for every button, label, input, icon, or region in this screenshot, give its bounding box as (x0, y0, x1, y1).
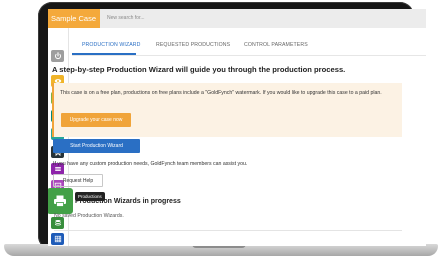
database-icon (54, 219, 61, 226)
sidebar-item-power[interactable] (51, 50, 64, 62)
start-production-wizard-button[interactable]: Start Production Wizard (53, 139, 140, 153)
free-plan-notice: This case is on a free plan, productions… (52, 83, 402, 137)
tab-bar: PRODUCTION WIZARD REQUESTED PRODUCTIONS … (72, 31, 426, 56)
request-help-button[interactable]: Request Help (53, 174, 103, 187)
divider (54, 230, 402, 231)
top-bar: Sample Case New search for... (48, 9, 426, 28)
power-icon (54, 52, 61, 60)
tab-control-parameters[interactable]: CONTROL PARAMETERS (244, 42, 308, 48)
upgrade-button[interactable]: Upgrade your case now (61, 113, 131, 127)
active-tab-indicator (72, 53, 136, 55)
custom-needs-text: If you have any custom production needs,… (53, 161, 248, 167)
wizards-in-progress-heading: Production Wizards in progress (75, 198, 181, 205)
no-saved-wizards-text: No saved Production Wizards. (54, 213, 124, 219)
case-name[interactable]: Sample Case (48, 9, 100, 28)
tab-production-wizard[interactable]: PRODUCTION WIZARD (82, 42, 140, 48)
grid-icon (54, 235, 61, 243)
notice-text: This case is on a free plan, productions… (60, 90, 382, 96)
printer-icon (54, 195, 66, 207)
page-heading: A step-by-step Production Wizard will gu… (52, 65, 346, 74)
sidebar-item-grid[interactable] (51, 233, 64, 245)
app-screen: Sample Case New search for... Production… (48, 9, 426, 246)
search-input[interactable]: New search for... (104, 12, 214, 25)
sidebar-item-productions[interactable] (48, 188, 73, 214)
tab-requested-productions[interactable]: REQUESTED PRODUCTIONS (156, 42, 230, 48)
